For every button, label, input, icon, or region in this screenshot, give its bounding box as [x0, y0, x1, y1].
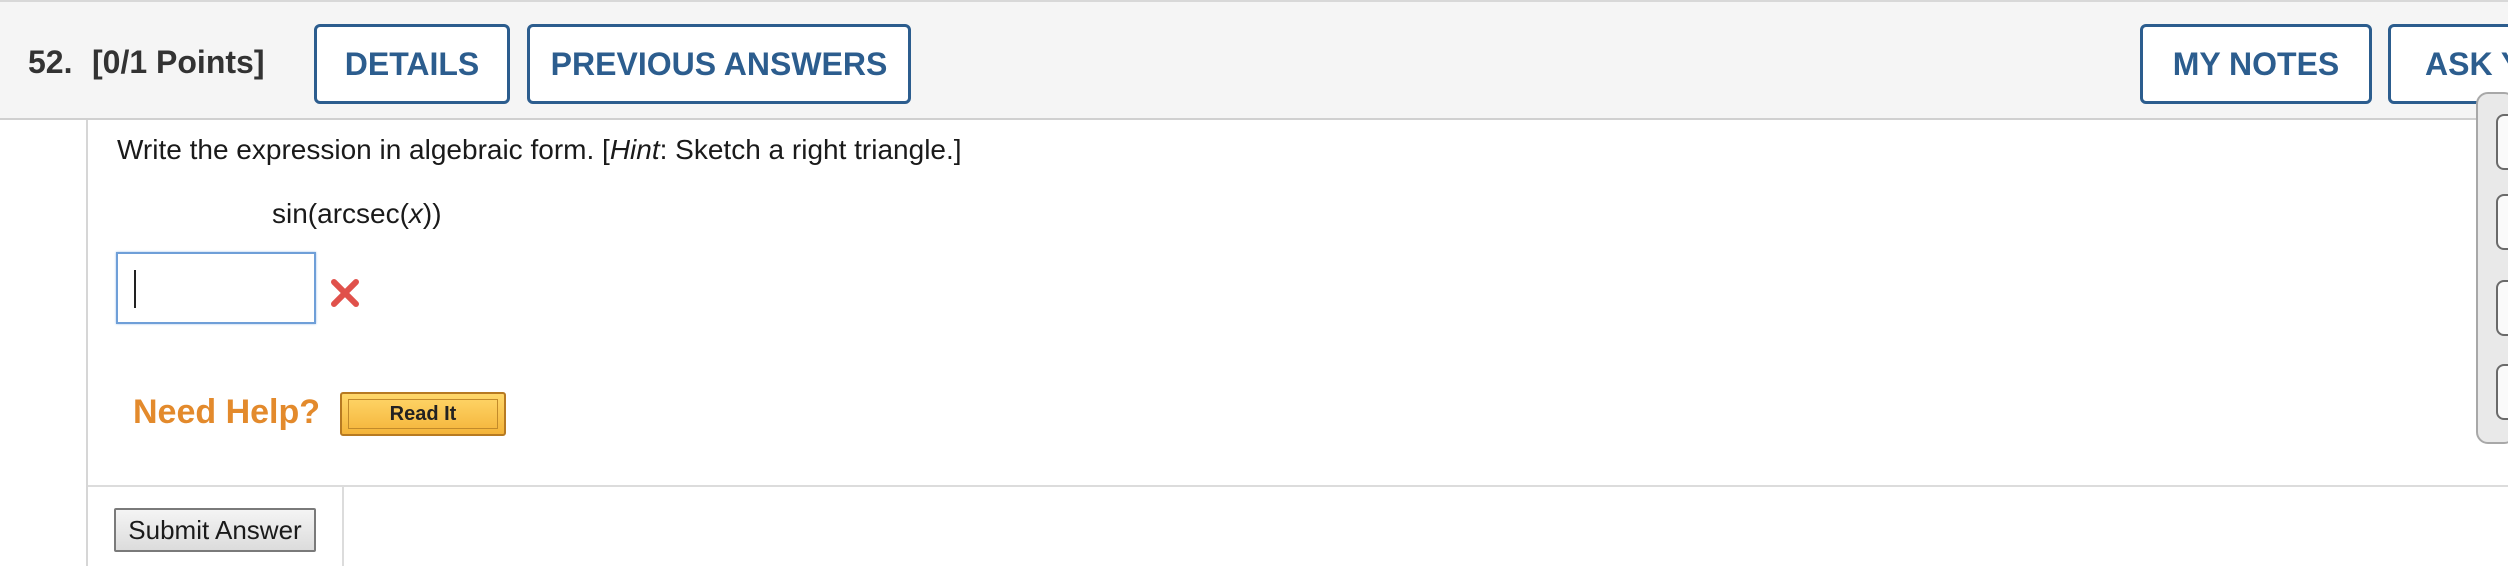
question-header: 52. [0/1 Points] DETAILS PREVIOUS ANSWER…: [0, 0, 2508, 120]
submit-answer-button[interactable]: Submit Answer: [114, 508, 316, 552]
read-it-label: Read It: [348, 399, 498, 429]
text-caret: [134, 270, 136, 308]
question-points: [0/1 Points]: [92, 44, 265, 80]
hint-text: : Sketch a right triangle.]: [659, 134, 962, 165]
side-toolbar-button-4[interactable]: [2496, 364, 2508, 420]
side-toolbar-button-3[interactable]: [2496, 280, 2508, 336]
expression-function: sin(arcsec(: [272, 198, 409, 229]
side-toolbar: [2476, 92, 2508, 444]
side-toolbar-button-2[interactable]: [2496, 194, 2508, 250]
x-mark-icon: [331, 279, 359, 307]
read-it-button[interactable]: Read It: [340, 392, 506, 436]
need-help-label: Need Help?: [133, 393, 321, 431]
expression-close: )): [422, 198, 442, 229]
submit-divider: [342, 487, 344, 566]
side-toolbar-button-1[interactable]: [2496, 114, 2508, 170]
question-prompt: Write the expression in algebraic form. …: [117, 134, 962, 166]
content-left-border: [86, 120, 88, 566]
details-button[interactable]: DETAILS: [314, 24, 510, 104]
answer-input[interactable]: [116, 252, 316, 324]
math-expression: sin(arcsec(x)): [272, 198, 442, 230]
question-number: 52.: [28, 44, 73, 80]
my-notes-button[interactable]: MY NOTES: [2140, 24, 2372, 104]
hint-label: Hint: [609, 134, 660, 165]
expression-variable: x: [408, 198, 423, 229]
footer-divider: [88, 485, 2508, 487]
prompt-text: Write the expression in algebraic form. …: [117, 134, 610, 165]
previous-answers-button[interactable]: PREVIOUS ANSWERS: [527, 24, 911, 104]
